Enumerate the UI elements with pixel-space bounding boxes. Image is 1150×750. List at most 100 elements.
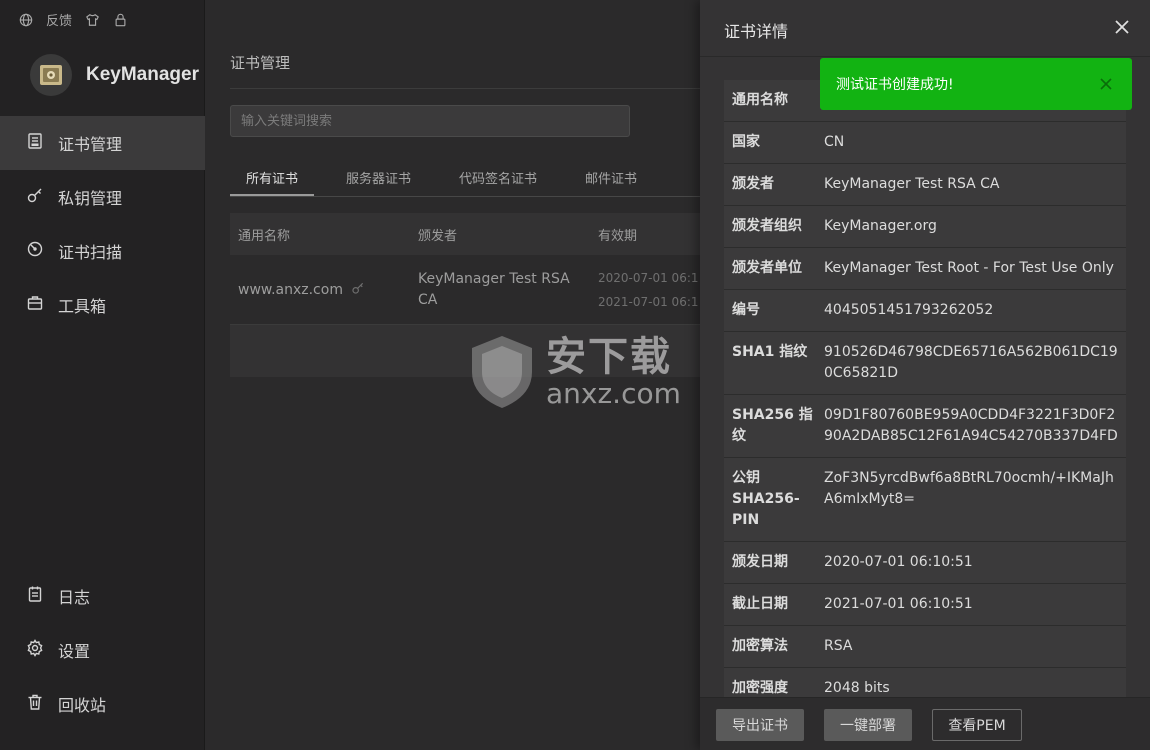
sidebar-item-label: 证书扫描 [58,243,123,262]
detail-label: 加密算法 [732,638,788,654]
detail-value: RSA [824,638,853,654]
column-header-validity[interactable]: 有效期 [590,225,700,244]
detail-value: 2021-07-01 06:10:51 [824,596,973,612]
app-logo-icon [30,54,72,96]
sidebar-item-private-key-management[interactable]: 私钥管理 [0,170,205,224]
cell-common-name: www.anxz.com [230,281,410,299]
detail-row: 加密算法 RSA [724,626,1126,668]
detail-row: 颁发者单位 KeyManager Test Root - For Test Use… [724,248,1126,290]
one-click-deploy-button[interactable]: 一键部署 [824,709,912,741]
tab-server-certificates[interactable]: 服务器证书 [330,158,427,196]
sidebar-item-log[interactable]: 日志 [0,569,205,623]
sidebar-item-label: 工具箱 [58,297,107,316]
valid-to: 2021-07-01 06:1 [598,294,699,309]
detail-label: 编号 [732,302,760,318]
lock-icon[interactable] [112,12,128,28]
drawer-footer: 导出证书 一键部署 查看PEM [700,697,1150,750]
drawer-title: 证书详情 [724,22,789,41]
tshirt-icon[interactable] [84,12,100,28]
sidebar-item-label: 回收站 [58,696,107,715]
app-window: 反馈 KeyManager 证书管理 私钥管理 证书扫描 工具箱 日志 设置 回… [0,0,1150,750]
detail-label: 截止日期 [732,596,788,612]
sidebar-item-label: 设置 [58,642,91,661]
page-title: 证书管理 [230,54,291,72]
scan-icon [26,240,44,262]
sidebar-item-recycle-bin[interactable]: 回收站 [0,677,205,731]
drawer-divider [700,56,1150,57]
detail-value: ZoF3N5yrcdBwf6a8BtRL70ocmh/+IKMaJhA6mIxM… [824,470,1114,507]
toolbox-icon [26,294,44,316]
detail-row: 编号 4045051451793262052 [724,290,1126,332]
sidebar-item-certificate-management[interactable]: 证书管理 [0,116,205,170]
detail-list: 通用名称国家 CN 颁发者 KeyManager Test RSA CA 颁发者组织 Ke… [724,80,1126,750]
close-icon[interactable] [1112,17,1132,37]
detail-label: 国家 [732,134,760,150]
detail-row: 颁发者组织 KeyManager.org [724,206,1126,248]
table-row[interactable]: www.anxz.com KeyManager Test RSA CA 2020… [230,255,700,325]
gear-icon [26,639,44,661]
detail-row: 颁发者 KeyManager Test RSA CA [724,164,1126,206]
tab-all-certificates[interactable]: 所有证书 [230,158,315,196]
detail-row: 公钥 SHA256-PIN ZoF3N5yrcdBwf6a8BtRL70ocmh/… [724,458,1126,542]
detail-label: 颁发者单位 [732,260,802,276]
main-content: 证书管理 所有证书 服务器证书 代码签名证书 邮件证书 通用名称 颁发者 有效期… [206,0,700,750]
sidebar: 反馈 KeyManager 证书管理 私钥管理 证书扫描 工具箱 日志 设置 回… [0,0,205,750]
detail-value: KeyManager Test Root - For Test Use Only [824,260,1114,276]
detail-label: 颁发日期 [732,554,788,570]
toast-message: 测试证书创建成功! [836,77,954,93]
globe-icon[interactable] [18,12,34,28]
success-toast: 测试证书创建成功! [820,58,1132,110]
detail-label: 公钥 SHA256-PIN [732,470,800,528]
detail-row: 国家 CN [724,122,1126,164]
export-certificate-button[interactable]: 导出证书 [716,709,804,741]
cell-issuer: KeyManager Test RSA CA [418,270,570,308]
detail-value: KeyManager.org [824,218,937,234]
certificate-table: 通用名称 颁发者 有效期 www.anxz.com KeyManager Tes… [230,213,700,377]
tab-email-certificates[interactable]: 邮件证书 [569,158,653,196]
sidebar-bottom-nav: 日志 设置 回收站 [0,569,205,731]
sidebar-item-label: 日志 [58,588,91,607]
detail-row: 颁发日期 2020-07-01 06:10:51 [724,542,1126,584]
view-pem-button[interactable]: 查看PEM [932,709,1022,741]
column-header-issuer[interactable]: 颁发者 [410,225,590,244]
detail-label: 颁发者组织 [732,218,802,234]
title-divider [230,88,700,89]
detail-row: SHA1 指纹 910526D46798CDE65716A562B061DC190… [724,332,1126,395]
close-icon[interactable] [1097,75,1115,93]
key-icon [26,186,44,208]
valid-from: 2020-07-01 06:1 [598,270,699,285]
sidebar-item-label: 证书管理 [58,135,123,154]
cell-validity: 2020-07-01 06:1 2021-07-01 06:1 [590,266,700,314]
detail-label: 通用名称 [732,92,788,108]
detail-label: 颁发者 [732,176,774,192]
detail-value: KeyManager Test RSA CA [824,176,1000,192]
search-input[interactable] [230,105,630,137]
detail-value: 4045051451793262052 [824,302,994,318]
detail-row: SHA256 指纹 09D1F80760BE959A0CDD4F3221F3D0F… [724,395,1126,458]
sidebar-nav: 证书管理 私钥管理 证书扫描 工具箱 [0,116,205,332]
common-name-text: www.anxz.com [238,281,343,298]
sidebar-item-certificate-scan[interactable]: 证书扫描 [0,224,205,278]
detail-value: 2020-07-01 06:10:51 [824,554,973,570]
sidebar-item-settings[interactable]: 设置 [0,623,205,677]
feedback-link[interactable]: 反馈 [46,10,72,29]
certificate-detail-drawer: 证书详情 通用名称 国家 CN 颁发者 KeyManager Test RSA CA 颁发… [700,0,1150,750]
detail-row: 截止日期 2021-07-01 06:10:51 [724,584,1126,626]
key-icon [351,281,365,299]
table-header: 通用名称 颁发者 有效期 [230,213,700,255]
trash-icon [26,693,44,715]
brand: KeyManager [30,54,199,96]
detail-value: CN [824,134,845,150]
app-name: KeyManager [86,64,199,85]
tab-code-signing-certificates[interactable]: 代码签名证书 [443,158,553,196]
sidebar-item-toolbox[interactable]: 工具箱 [0,278,205,332]
detail-label: SHA256 指纹 [732,407,813,444]
log-icon [26,585,44,607]
column-header-common-name[interactable]: 通用名称 [230,225,410,244]
sidebar-item-label: 私钥管理 [58,189,123,208]
detail-value: 910526D46798CDE65716A562B061DC190C65821D [824,344,1118,381]
certificate-icon [26,132,44,154]
detail-label: SHA1 指纹 [732,344,808,360]
topbar: 反馈 [18,10,128,29]
table-empty-row [230,325,700,377]
